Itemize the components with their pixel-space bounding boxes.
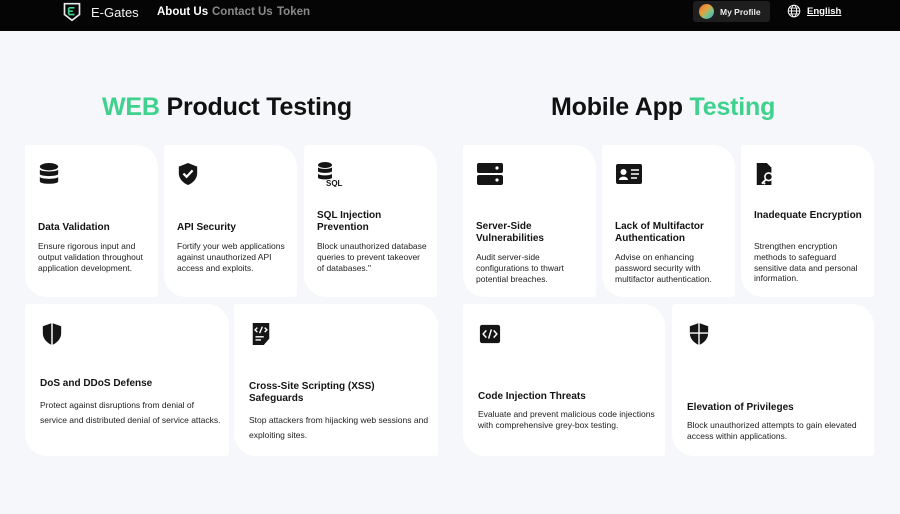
code-file-icon: [250, 321, 272, 347]
brand-name: E-Gates: [91, 4, 139, 20]
my-profile-button[interactable]: My Profile: [693, 1, 770, 22]
file-key-icon: [754, 161, 776, 187]
card-title: Data Validation: [38, 222, 110, 233]
card-title: SQL Injection Prevention: [317, 210, 382, 233]
card-description: Fortify your web applications against un…: [177, 241, 285, 273]
language-label: English: [807, 5, 842, 17]
mobile-section-title: Mobile App Testing: [551, 93, 775, 122]
web-title-rest: Product Testing: [166, 93, 352, 121]
database-icon: [38, 161, 60, 187]
card-title: Inadequate Encryption: [754, 210, 862, 221]
server-icon: [476, 161, 504, 187]
card-description: Block unauthorized attempts to gain elev…: [687, 420, 857, 441]
card-description: Protect against disruptions from denial …: [40, 400, 221, 425]
svg-text:SQL: SQL: [326, 179, 343, 187]
card-description: Strengthen encryption methods to safegua…: [754, 241, 858, 284]
card-description: Advise on enhancing password security wi…: [615, 252, 712, 284]
card-description: Stop attackers from hijacking web sessio…: [249, 415, 429, 440]
mobile-title-rest: Mobile App: [551, 93, 683, 121]
card-description: Audit server-side configurations to thwa…: [476, 252, 564, 284]
card-inadequate-encryption[interactable]: Inadequate Encryption Strengthen encrypt…: [741, 145, 874, 297]
card-sql-injection-prevention[interactable]: SQL SQL Injection Prevention Block unaut…: [304, 145, 437, 297]
shield-icon: [41, 321, 63, 347]
nav-link-contact-us[interactable]: Contact Us: [212, 6, 273, 18]
card-title: API Security: [177, 222, 236, 233]
id-card-icon: [615, 161, 643, 187]
card-data-validation[interactable]: Data Validation Ensure rigorous input an…: [25, 145, 158, 297]
card-dos-ddos-defense[interactable]: DoS and DDoS Defense Protect against dis…: [25, 304, 229, 456]
shield-halved-icon: [688, 321, 710, 347]
card-title: Cross-Site Scripting (XSS) Safeguards: [249, 381, 375, 404]
avatar: [699, 4, 714, 19]
card-description: Evaluate and prevent malicious code inje…: [478, 409, 655, 430]
web-section-title: WEB Product Testing: [102, 93, 352, 122]
sql-database-icon: SQL: [317, 161, 347, 187]
mobile-title-accent: Testing: [689, 93, 776, 121]
card-title: Code Injection Threats: [478, 391, 586, 402]
e-gates-logo-icon: [63, 2, 81, 22]
code-icon: [479, 321, 501, 347]
nav-link-about-us[interactable]: About Us: [157, 6, 208, 18]
card-description: Ensure rigorous input and output validat…: [38, 241, 143, 273]
card-description: Block unauthorized database queries to p…: [317, 241, 427, 273]
card-server-side-vulnerabilities[interactable]: Server-Side Vulnerabilities Audit server…: [463, 145, 596, 297]
card-title: Elevation of Privileges: [687, 402, 794, 413]
brand-logo[interactable]: E-Gates: [62, 2, 139, 22]
language-selector[interactable]: English: [787, 4, 841, 18]
card-xss-safeguards[interactable]: Cross-Site Scripting (XSS) Safeguards St…: [234, 304, 438, 456]
card-code-injection-threats[interactable]: Code Injection Threats Evaluate and prev…: [463, 304, 665, 456]
top-navbar: E-Gates About Us Contact Us Token My Pro…: [0, 0, 900, 31]
card-title: Server-Side Vulnerabilities: [476, 221, 544, 244]
card-title: DoS and DDoS Defense: [40, 378, 153, 389]
web-title-accent: WEB: [102, 93, 160, 121]
card-title: Lack of Multifactor Authentication: [615, 221, 704, 244]
my-profile-label: My Profile: [720, 6, 761, 17]
card-multifactor-authentication[interactable]: Lack of Multifactor Authentication Advis…: [602, 145, 735, 297]
shield-check-icon: [177, 161, 199, 187]
card-elevation-of-privileges[interactable]: Elevation of Privileges Block unauthoriz…: [672, 304, 874, 456]
nav-link-token[interactable]: Token: [277, 6, 310, 18]
globe-icon: [787, 4, 801, 18]
card-api-security[interactable]: API Security Fortify your web applicatio…: [164, 145, 297, 297]
